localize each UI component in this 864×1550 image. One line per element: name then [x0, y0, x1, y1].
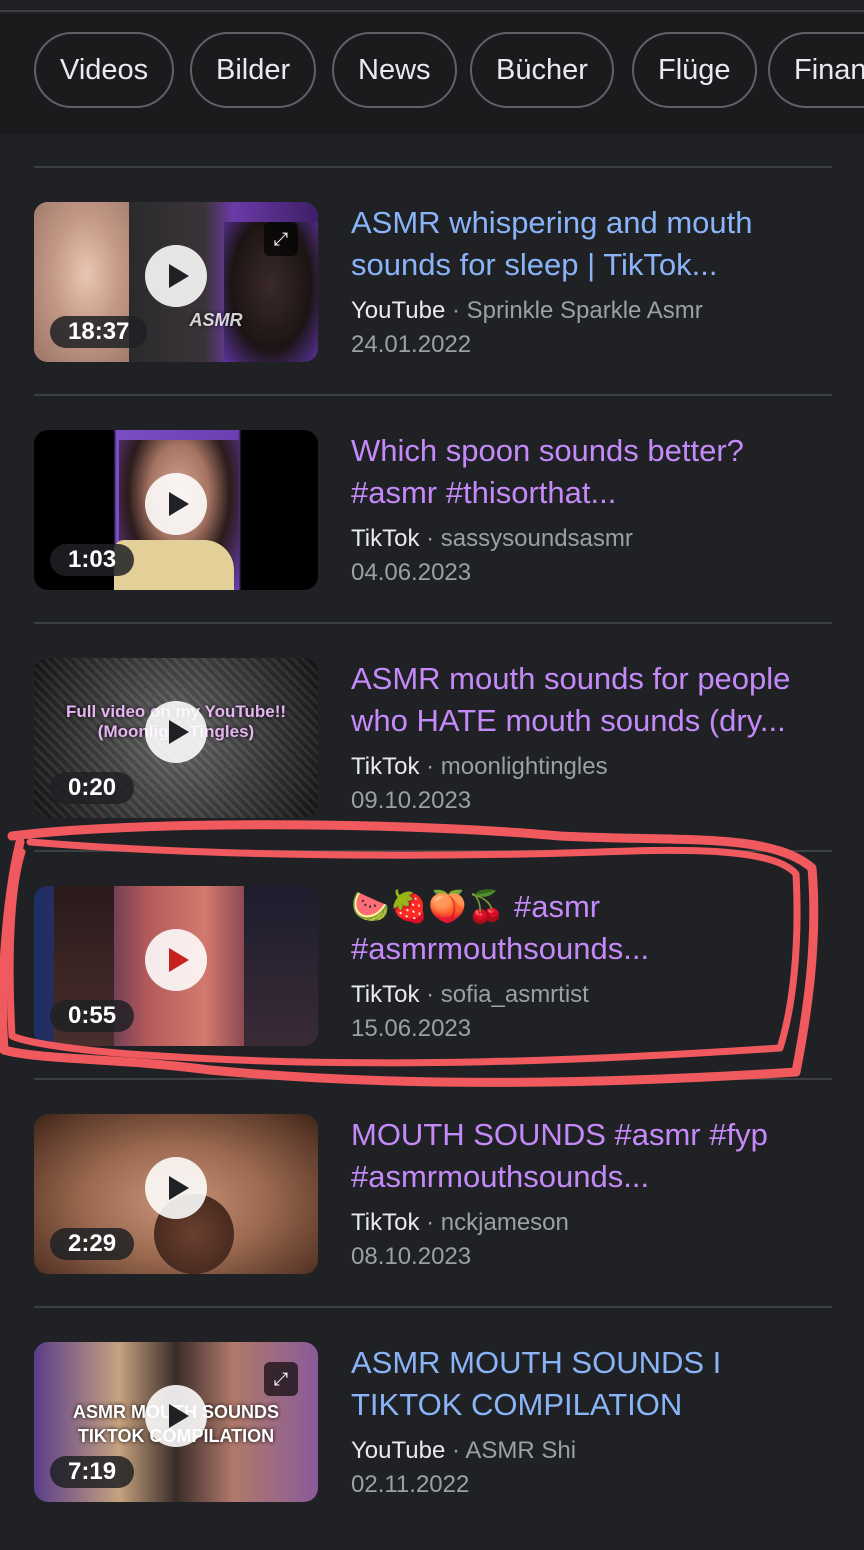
play-icon[interactable] [145, 473, 207, 535]
video-meta: TikTok · sassysoundsasmr [351, 522, 633, 556]
video-result-highlighted[interactable]: 0:55 🍉🍓🍑🍒 #asmr #asmrmouthsounds... TikT… [0, 886, 864, 1056]
filter-chip-bar: Videos Bilder News Bücher Flüge Finan [0, 14, 864, 134]
play-icon[interactable] [145, 929, 207, 991]
video-thumbnail[interactable]: ASMR ⤢ 18:37 [34, 202, 318, 362]
video-channel: nckjameson [440, 1209, 569, 1236]
chip-finanzen[interactable]: Finan [768, 32, 864, 108]
video-result[interactable]: ASMR ⤢ 18:37 ASMR whispering and mouth s… [0, 202, 864, 372]
expand-icon[interactable]: ⤢ [264, 1362, 298, 1396]
video-date: 02.11.2022 [351, 1471, 470, 1498]
video-title[interactable]: ASMR mouth sounds for people who HATE mo… [351, 658, 836, 742]
video-source: YouTube [351, 1437, 446, 1464]
video-channel: Sprinkle Sparkle Asmr [466, 297, 703, 324]
video-thumbnail[interactable]: 1:03 [34, 430, 318, 590]
video-date: 15.06.2023 [351, 1015, 472, 1042]
divider [34, 1306, 832, 1308]
video-source: TikTok [351, 1209, 420, 1236]
divider [34, 1078, 832, 1080]
video-date: 08.10.2023 [351, 1243, 472, 1270]
top-border [0, 0, 864, 12]
video-thumbnail[interactable]: 2:29 [34, 1114, 318, 1274]
divider [34, 166, 832, 168]
duration-badge: 2:29 [50, 1228, 135, 1260]
video-source: TikTok [351, 525, 420, 552]
video-thumbnail[interactable]: Full video on my YouTube!! (Moonlight Ti… [34, 658, 318, 818]
video-date: 09.10.2023 [351, 787, 472, 814]
chip-buecher[interactable]: Bücher [470, 32, 614, 108]
video-meta: YouTube · Sprinkle Sparkle Asmr [351, 294, 703, 328]
meta-separator: · [451, 297, 467, 324]
video-channel: sofia_asmrtist [440, 981, 589, 1008]
meta-separator: · [426, 981, 441, 1008]
video-result[interactable]: Full video on my YouTube!! (Moonlight Ti… [0, 658, 864, 828]
video-source: TikTok [351, 753, 420, 780]
meta-separator: · [451, 1437, 466, 1464]
video-channel: ASMR Shi [465, 1437, 577, 1464]
video-thumbnail[interactable]: ASMR MOUTH SOUNDS TIKTOK COMPILATION ⤢ 7… [34, 1342, 318, 1502]
meta-separator: · [426, 1209, 441, 1236]
divider [34, 394, 832, 396]
chip-fluege[interactable]: Flüge [632, 32, 757, 108]
video-date: 24.01.2022 [351, 331, 472, 358]
video-source: TikTok [351, 981, 420, 1008]
duration-badge: 7:19 [50, 1456, 135, 1488]
play-icon[interactable] [145, 1157, 207, 1219]
video-source: YouTube [351, 297, 446, 324]
duration-badge: 1:03 [50, 544, 135, 576]
chip-news[interactable]: News [332, 32, 457, 108]
play-icon[interactable] [145, 701, 207, 763]
video-title[interactable]: MOUTH SOUNDS #asmr #fyp #asmrmouthsounds… [351, 1114, 836, 1198]
play-icon[interactable] [145, 1385, 207, 1447]
video-results-list: ASMR ⤢ 18:37 ASMR whispering and mouth s… [0, 134, 864, 1550]
duration-badge: 18:37 [50, 316, 148, 348]
thumbnail-hair [244, 886, 318, 1046]
video-title[interactable]: 🍉🍓🍑🍒 #asmr #asmrmouthsounds... [351, 886, 836, 970]
meta-separator: · [426, 753, 441, 780]
video-meta: TikTok · nckjameson [351, 1206, 569, 1240]
video-meta: YouTube · ASMR Shi [351, 1434, 576, 1468]
chip-bilder[interactable]: Bilder [190, 32, 317, 108]
divider [34, 622, 832, 624]
meta-separator: · [426, 525, 441, 552]
duration-badge: 0:55 [50, 1000, 135, 1032]
video-channel: moonlightingles [440, 753, 608, 780]
video-meta: TikTok · moonlightingles [351, 750, 608, 784]
video-result[interactable]: 1:03 Which spoon sounds better? #asmr #t… [0, 430, 864, 600]
video-title[interactable]: Which spoon sounds better? #asmr #thisor… [351, 430, 836, 514]
video-date: 04.06.2023 [351, 559, 472, 586]
video-result[interactable]: ASMR MOUTH SOUNDS TIKTOK COMPILATION ⤢ 7… [0, 1342, 864, 1512]
duration-badge: 0:20 [50, 772, 135, 804]
play-icon[interactable] [145, 245, 207, 307]
divider [34, 850, 832, 852]
video-thumbnail[interactable]: 0:55 [34, 886, 318, 1046]
chip-videos[interactable]: Videos [34, 32, 175, 108]
video-title[interactable]: ASMR MOUTH SOUNDS I TIKTOK COMPILATION [351, 1342, 836, 1426]
video-title[interactable]: ASMR whispering and mouth sounds for sle… [351, 202, 836, 286]
video-meta: TikTok · sofia_asmrtist [351, 978, 589, 1012]
video-result[interactable]: 2:29 MOUTH SOUNDS #asmr #fyp #asmrmouths… [0, 1114, 864, 1284]
video-channel: sassysoundsasmr [440, 525, 633, 552]
expand-icon[interactable]: ⤢ [264, 222, 298, 256]
